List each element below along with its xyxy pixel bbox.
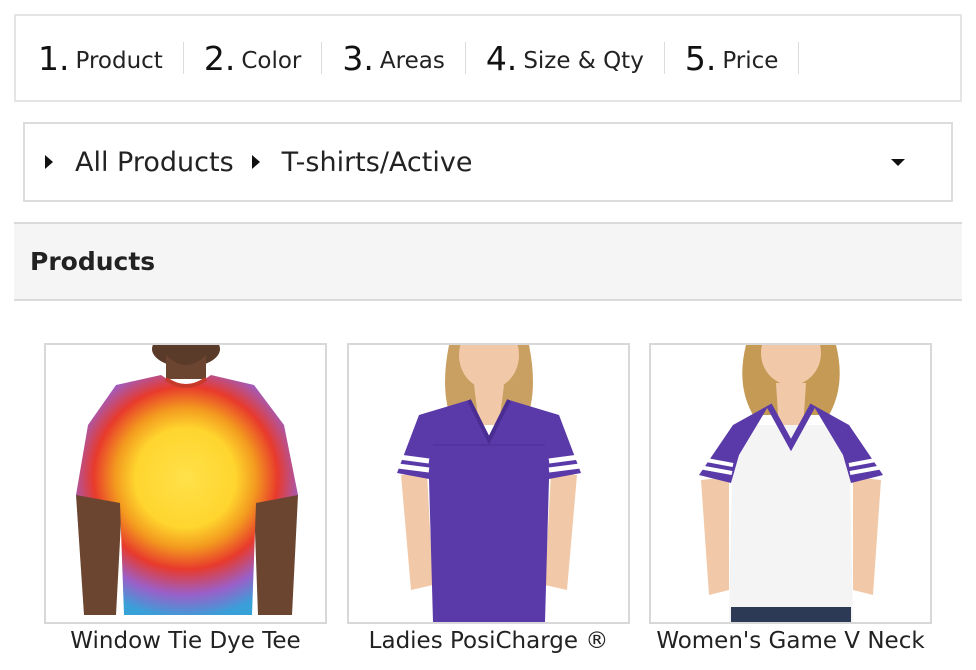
step-number: 3.	[342, 38, 374, 78]
category-breadcrumb[interactable]: All Products T-shirts/Active	[23, 122, 953, 202]
step-label: Size & Qty	[523, 48, 644, 74]
product-name[interactable]: Ladies PosiCharge ®	[347, 628, 630, 654]
product-card-game-v-neck[interactable]: Women's Game V Neck	[649, 343, 932, 654]
caret-right-icon	[45, 155, 53, 169]
purple-jersey-image[interactable]	[347, 343, 630, 624]
raglan-v-neck-image[interactable]	[649, 343, 932, 624]
step-label: Color	[241, 48, 302, 74]
step-price[interactable]: 5. Price	[685, 39, 800, 78]
caret-right-icon	[251, 155, 260, 169]
breadcrumb-tshirts-active[interactable]: T-shirts/Active	[282, 147, 473, 178]
products-section-header: Products	[14, 222, 962, 301]
step-areas[interactable]: 3. Areas	[342, 39, 466, 78]
step-number: 4.	[485, 38, 518, 78]
step-number: 2.	[203, 38, 236, 78]
product-card-posicharge[interactable]: Ladies PosiCharge ®	[347, 343, 630, 654]
step-color[interactable]: 2. Color	[204, 39, 323, 78]
product-name[interactable]: Women's Game V Neck	[649, 628, 932, 654]
product-name[interactable]: Window Tie Dye Tee	[44, 628, 327, 654]
order-steps: 1. Product 2. Color 3. Areas 4. Size & Q…	[14, 14, 962, 102]
caret-down-icon[interactable]	[891, 159, 905, 166]
step-product[interactable]: 1. Product	[38, 39, 184, 78]
step-size-qty[interactable]: 4. Size & Qty	[486, 39, 665, 78]
step-label: Price	[722, 48, 779, 74]
step-number: 1.	[38, 38, 70, 78]
step-label: Product	[75, 48, 163, 74]
tie-dye-tshirt-image[interactable]	[44, 343, 327, 624]
product-card-tie-dye[interactable]: Window Tie Dye Tee	[44, 343, 327, 654]
step-label: Areas	[379, 48, 445, 74]
step-number: 5.	[684, 38, 717, 78]
breadcrumb-all-products[interactable]: All Products	[75, 147, 234, 178]
section-title: Products	[30, 247, 156, 276]
